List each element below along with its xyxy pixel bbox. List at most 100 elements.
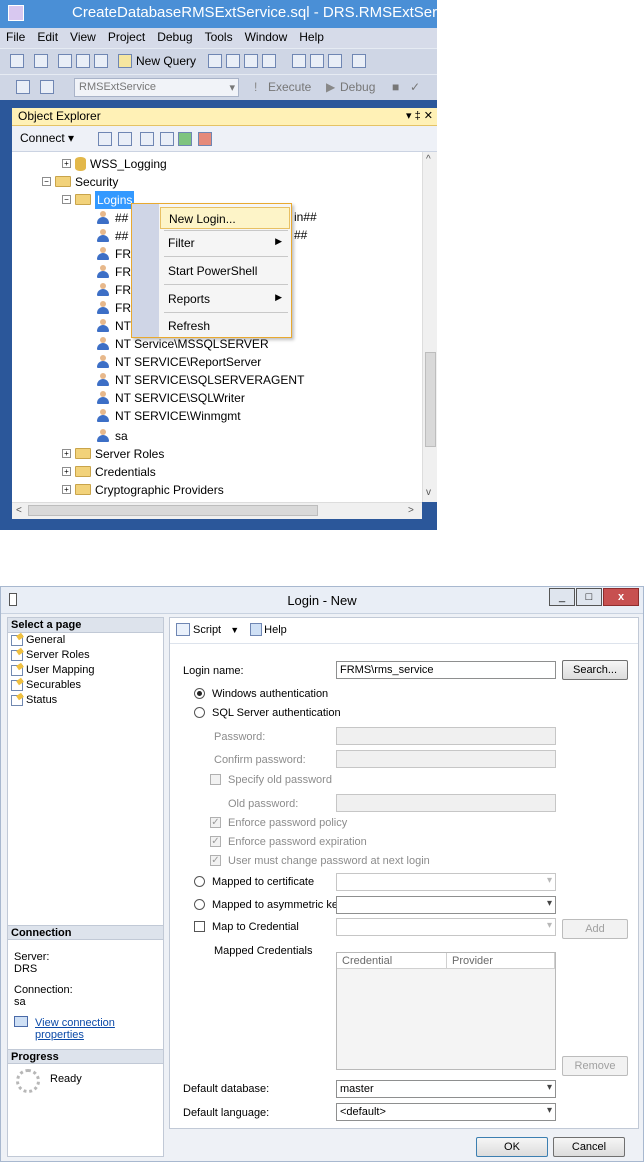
tree-node-server-roles[interactable]: + Server Roles [62, 444, 164, 462]
enforce-expiration-checkbox[interactable]: ✓ [210, 836, 221, 847]
expand-icon[interactable]: + [62, 449, 71, 459]
copy-icon[interactable] [310, 54, 324, 68]
add-item-icon[interactable] [34, 54, 48, 68]
execute-button[interactable]: Execute [268, 80, 311, 94]
page-server-roles[interactable]: Server Roles [11, 649, 90, 664]
menu-help[interactable]: Help [293, 28, 330, 46]
collapse-icon[interactable]: − [42, 177, 51, 187]
stop-icon[interactable] [140, 132, 154, 146]
xmla-query-icon[interactable] [244, 54, 258, 68]
context-refresh[interactable]: Refresh [160, 315, 290, 337]
ok-button[interactable]: OK [476, 1137, 548, 1157]
windows-auth-radio[interactable] [194, 688, 205, 699]
credential-column-header[interactable]: Credential [337, 953, 447, 969]
chevron-down-icon[interactable]: ▼ [230, 625, 239, 635]
connect-dropdown[interactable]: Connect ▾ [20, 131, 74, 145]
dmx-query-icon[interactable] [226, 54, 240, 68]
pin-close-icons[interactable]: ▾ ‡ ✕ [406, 109, 433, 122]
menu-debug[interactable]: Debug [151, 28, 198, 46]
vertical-scrollbar[interactable]: ^ v [422, 152, 437, 502]
save-icon[interactable] [76, 54, 90, 68]
help-button[interactable]: Help [264, 624, 287, 636]
add-button[interactable]: Add [562, 919, 628, 939]
minimize-button[interactable]: _ [549, 588, 575, 606]
scroll-thumb[interactable] [28, 505, 318, 516]
scroll-up-icon[interactable]: ^ [426, 154, 431, 165]
mapped-credentials-table[interactable]: Credential Provider [336, 952, 556, 1070]
save-all-icon[interactable] [94, 54, 108, 68]
enforce-policy-checkbox[interactable]: ✓ [210, 817, 221, 828]
disconnect-icon[interactable] [118, 132, 132, 146]
mdx-query-icon[interactable] [208, 54, 222, 68]
context-filter[interactable]: Filter ▶ [160, 232, 290, 254]
login-row[interactable]: sa [96, 426, 128, 444]
expand-icon[interactable]: + [62, 159, 71, 169]
certificate-combo[interactable]: ▾ [336, 873, 556, 891]
context-start-powershell[interactable]: Start PowerShell [160, 260, 290, 282]
context-new-login[interactable]: New Login... [160, 207, 290, 229]
connect-icon[interactable] [16, 80, 30, 94]
map-credential-checkbox[interactable] [194, 921, 205, 932]
login-row[interactable]: ## [96, 226, 128, 244]
page-status[interactable]: Status [11, 694, 57, 709]
login-row[interactable]: NT SERVICE\SQLWriter [96, 388, 245, 406]
undo-icon[interactable] [352, 54, 366, 68]
tree-node-wss-logging[interactable]: + WSS_Logging [62, 154, 167, 172]
menu-view[interactable]: View [64, 28, 102, 46]
view-connection-properties-link[interactable]: View connection properties [35, 1017, 163, 1041]
new-query-button[interactable]: New Query [136, 54, 196, 68]
available-databases-combo[interactable]: RMSExtService ▾ [74, 78, 239, 97]
refresh-icon[interactable] [178, 132, 192, 146]
must-change-checkbox[interactable]: ✓ [210, 855, 221, 866]
open-file-icon[interactable] [58, 54, 72, 68]
menu-project[interactable]: Project [102, 28, 151, 46]
sql-auth-radio[interactable] [194, 707, 205, 718]
scroll-right-icon[interactable]: > [408, 505, 414, 516]
close-button[interactable]: x [603, 588, 639, 606]
old-password-input[interactable] [336, 794, 556, 812]
menu-edit[interactable]: Edit [31, 28, 64, 46]
login-row[interactable]: FR [96, 298, 131, 316]
page-general[interactable]: General [11, 634, 65, 649]
login-name-input[interactable]: FRMS\rms_service [336, 661, 556, 679]
provider-column-header[interactable]: Provider [447, 953, 555, 969]
login-row[interactable]: FR [96, 262, 131, 280]
mapped-asym-radio[interactable] [194, 899, 205, 910]
login-row[interactable]: FR [96, 244, 131, 262]
new-query-icon[interactable] [118, 54, 132, 68]
expand-icon[interactable]: + [62, 485, 71, 495]
dax-query-icon[interactable] [262, 54, 276, 68]
default-database-combo[interactable]: master ▾ [336, 1080, 556, 1098]
credential-combo[interactable]: ▾ [336, 918, 556, 936]
collapse-icon[interactable]: − [62, 195, 71, 205]
cancel-button[interactable]: Cancel [553, 1137, 625, 1157]
menu-tools[interactable]: Tools [199, 28, 239, 46]
context-reports[interactable]: Reports ▶ [160, 288, 290, 310]
specify-old-password-checkbox[interactable] [210, 774, 221, 785]
confirm-password-input[interactable] [336, 750, 556, 768]
tree-node-cryptographic-providers[interactable]: + Cryptographic Providers [62, 480, 224, 498]
scroll-thumb[interactable] [425, 352, 436, 447]
change-connection-icon[interactable] [40, 80, 54, 94]
login-row[interactable]: ## [96, 208, 128, 226]
connect-server-icon[interactable] [98, 132, 112, 146]
expand-icon[interactable]: + [62, 467, 71, 477]
tree-node-logins[interactable]: − Logins [62, 190, 135, 209]
page-user-mapping[interactable]: User Mapping [11, 664, 94, 679]
page-securables[interactable]: Securables [11, 679, 81, 694]
password-input[interactable] [336, 727, 556, 745]
filter-icon[interactable] [160, 132, 174, 146]
horizontal-scrollbar[interactable]: < > [12, 502, 422, 519]
debug-button[interactable]: Debug [340, 80, 375, 94]
menu-file[interactable]: File [0, 28, 31, 46]
tree-node-security[interactable]: − Security [42, 172, 118, 190]
script-button[interactable]: Script [193, 624, 221, 636]
tree-node-credentials[interactable]: + Credentials [62, 462, 156, 480]
mapped-cert-radio[interactable] [194, 876, 205, 887]
parse-check-icon[interactable]: ✓ [410, 80, 420, 94]
login-row[interactable]: NT [96, 316, 131, 334]
cut-icon[interactable] [292, 54, 306, 68]
search-button[interactable]: Search... [562, 660, 628, 680]
login-row[interactable]: NT SERVICE\Winmgmt [96, 406, 241, 424]
new-project-icon[interactable] [10, 54, 24, 68]
